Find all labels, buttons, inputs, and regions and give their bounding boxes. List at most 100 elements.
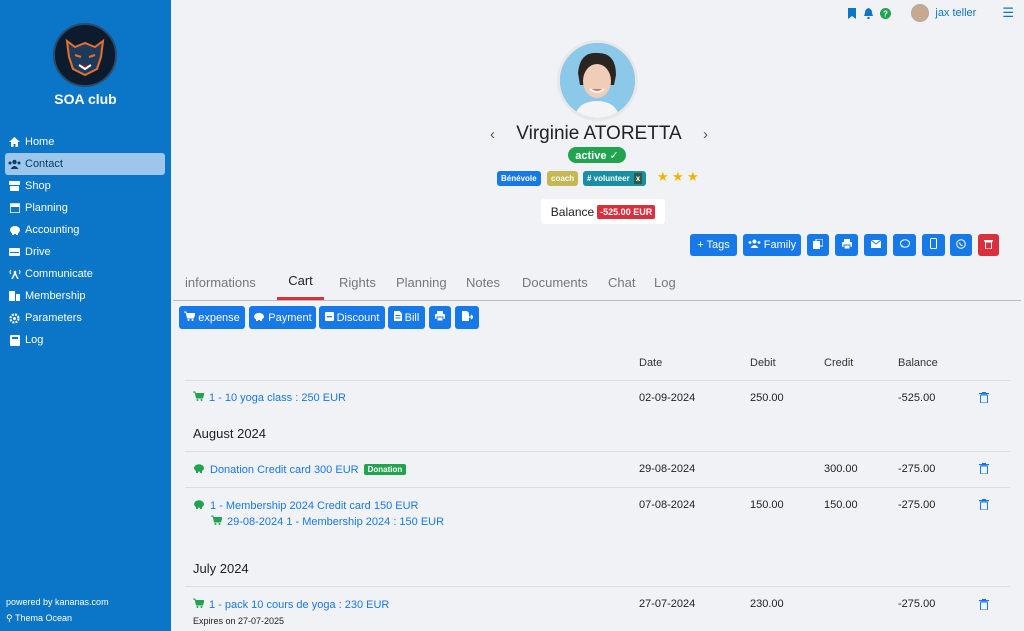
piggy-bank-icon xyxy=(193,463,205,476)
row-date: 29-08-2024 xyxy=(639,463,696,475)
table-row-link[interactable]: 1 - Membership 2024 Credit card 150 EUR xyxy=(193,499,418,512)
row-balance: -525.00 xyxy=(898,392,936,404)
table-row-link[interactable]: Donation Credit card 300 EUR Donation xyxy=(193,463,407,476)
book-icon xyxy=(8,334,21,346)
chat-bubble-icon xyxy=(899,238,910,252)
next-contact-icon[interactable]: › xyxy=(703,126,708,143)
row-date: 27-07-2024 xyxy=(639,598,696,610)
star-icon[interactable]: ★ xyxy=(657,169,669,185)
sidebar-item-label: Communicate xyxy=(25,268,93,280)
discount-button[interactable]: Discount xyxy=(319,306,385,329)
bill-button[interactable]: Bill xyxy=(388,306,425,329)
users-icon xyxy=(748,239,761,251)
donation-badge: Donation xyxy=(363,464,407,475)
tab-rights[interactable]: Rights xyxy=(339,264,396,300)
sidebar-item-label: Drive xyxy=(25,246,51,258)
column-header-debit: Debit xyxy=(750,357,776,369)
column-header-balance: Balance xyxy=(898,357,938,369)
tab-log[interactable]: Log xyxy=(654,264,684,300)
tab-divider xyxy=(173,300,1021,301)
family-label: Family xyxy=(763,239,797,251)
tab-informations[interactable]: informations xyxy=(185,264,277,300)
remove-tag-icon[interactable]: x xyxy=(633,173,643,184)
row-divider xyxy=(185,487,1010,488)
row-label: 1 - pack 10 cours de yoga : 230 EUR xyxy=(209,598,390,611)
contact-avatar[interactable] xyxy=(557,40,638,121)
tab-notes[interactable]: Notes xyxy=(466,264,522,300)
tab-chat[interactable]: Chat xyxy=(608,264,654,300)
family-button[interactable]: Family xyxy=(743,234,801,256)
sidebar-item-label: Accounting xyxy=(25,224,80,236)
tag-coach[interactable]: coach xyxy=(547,171,579,186)
user-avatar[interactable] xyxy=(911,4,930,22)
sidebar-item-drive[interactable]: Drive xyxy=(5,241,165,263)
sidebar-item-planning[interactable]: Planning xyxy=(5,197,165,219)
sidebar-item-shop[interactable]: Shop xyxy=(5,175,165,197)
table-subrow-link[interactable]: 29-08-2024 1 - Membership 2024 : 150 EUR xyxy=(211,515,444,528)
trash-icon[interactable] xyxy=(979,598,989,611)
row-debit: 150.00 xyxy=(750,499,784,511)
sidebar-item-label: Parameters xyxy=(25,312,82,324)
sidebar-item-accounting[interactable]: Accounting xyxy=(5,219,165,241)
whatsapp-icon xyxy=(956,238,966,252)
contact-tabs: informations Cart Rights Planning Notes … xyxy=(185,264,684,300)
user-name[interactable]: jax teller xyxy=(935,7,976,19)
star-icon[interactable]: ★ xyxy=(687,169,699,185)
document-icon xyxy=(393,311,402,324)
tab-planning[interactable]: Planning xyxy=(396,264,466,300)
bookmark-icon[interactable] xyxy=(846,7,857,19)
star-icon[interactable]: ★ xyxy=(672,169,684,185)
sidebar-item-label: Contact xyxy=(25,158,63,170)
shop-icon xyxy=(8,181,21,192)
sidebar-item-membership[interactable]: Membership xyxy=(5,285,165,307)
powered-by-link[interactable]: powered by kananas.com xyxy=(6,597,109,607)
previous-contact-icon[interactable]: ‹ xyxy=(490,126,495,143)
trash-icon[interactable] xyxy=(979,462,989,475)
hamburger-menu-icon[interactable]: ☰ xyxy=(1002,5,1014,21)
copy-icon xyxy=(813,238,824,252)
table-row-link[interactable]: 1 - 10 yoga class : 250 EUR xyxy=(193,391,346,404)
sidebar-item-contact[interactable]: Contact xyxy=(5,153,165,175)
bell-icon[interactable] xyxy=(863,7,874,19)
print-button[interactable] xyxy=(835,234,858,256)
club-logo[interactable] xyxy=(53,23,117,87)
sidebar-item-parameters[interactable]: Parameters xyxy=(5,307,165,329)
expense-button[interactable]: expense xyxy=(179,306,245,329)
sidebar-item-label: Log xyxy=(25,334,44,346)
sidebar-item-label: Planning xyxy=(25,202,68,214)
person-photo-icon xyxy=(560,43,635,118)
sms-button[interactable] xyxy=(922,234,945,256)
duplicate-button[interactable] xyxy=(807,234,829,256)
row-expiry-note: Expires on 27-07-2025 xyxy=(193,616,285,626)
cart-icon xyxy=(193,598,205,611)
sidebar-item-communicate[interactable]: Communicate xyxy=(5,263,165,285)
row-credit: 300.00 xyxy=(824,463,858,475)
membership-icon xyxy=(8,291,21,302)
trash-icon[interactable] xyxy=(979,498,989,511)
add-tags-button[interactable]: + Tags xyxy=(690,234,737,256)
help-icon[interactable]: ? xyxy=(880,7,892,19)
row-date: 02-09-2024 xyxy=(639,392,696,404)
export-button[interactable] xyxy=(455,306,479,329)
delete-contact-button[interactable] xyxy=(978,234,999,256)
message-button[interactable] xyxy=(893,234,916,256)
row-label: 1 - Membership 2024 Credit card 150 EUR xyxy=(210,499,419,512)
table-row-link[interactable]: 1 - pack 10 cours de yoga : 230 EUR xyxy=(193,598,389,611)
sidebar-item-log[interactable]: Log xyxy=(5,329,165,351)
print-icon xyxy=(435,311,445,324)
tag-benevole[interactable]: Bénévole xyxy=(497,171,541,186)
print-cart-button[interactable] xyxy=(429,306,451,329)
payment-button[interactable]: Payment xyxy=(249,306,316,329)
whatsapp-button[interactable] xyxy=(950,234,972,256)
theme-selector[interactable]: ⚲ Thema Ocean xyxy=(6,613,72,624)
tag-label: # volunteer xyxy=(587,174,630,183)
sidebar-item-home[interactable]: Home xyxy=(5,131,165,153)
tag-volunteer[interactable]: # volunteer x xyxy=(583,171,647,186)
sidebar-item-label: Membership xyxy=(25,290,86,302)
trash-icon[interactable] xyxy=(979,391,989,404)
tab-cart[interactable]: Cart xyxy=(277,264,324,300)
tab-documents[interactable]: Documents xyxy=(522,264,608,300)
status-badge: active ✓ xyxy=(568,147,626,163)
contact-name: Virginie ATORETTA xyxy=(516,123,682,144)
email-button[interactable] xyxy=(864,234,887,256)
